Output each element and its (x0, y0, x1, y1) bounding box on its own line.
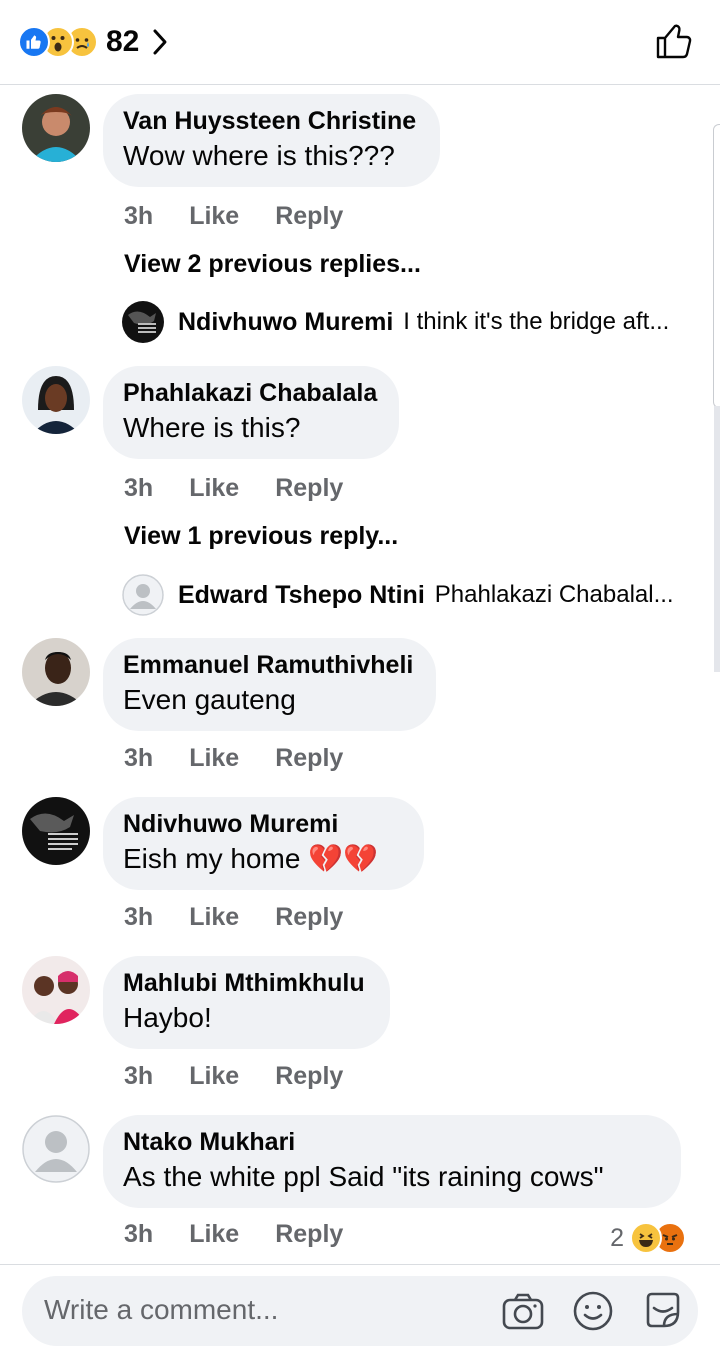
avatar[interactable] (22, 956, 90, 1024)
like-button[interactable]: Like (189, 474, 239, 503)
reply-button[interactable]: Reply (275, 1220, 343, 1249)
reply-button[interactable]: Reply (275, 1062, 343, 1091)
scrollbar-track (714, 406, 720, 672)
reaction-summary[interactable]: 82 (18, 25, 173, 58)
comment-reaction-count: 2 (610, 1223, 624, 1252)
reply-author: Edward Tshepo Ntini (178, 580, 425, 609)
comment-time[interactable]: 3h (124, 744, 153, 773)
broken-heart-emoji: 💔💔 (308, 843, 378, 874)
comment-author[interactable]: Emmanuel Ramuthivheli (123, 650, 416, 680)
view-previous-replies[interactable]: View 2 previous replies... (124, 250, 421, 279)
comment-author[interactable]: Phahlakazi Chabalala (123, 378, 379, 408)
emoji-icon[interactable] (570, 1288, 616, 1334)
comment-text-body: Eish my home (123, 843, 301, 874)
comment-time[interactable]: 3h (124, 903, 153, 932)
reply-button[interactable]: Reply (275, 744, 343, 773)
comment-bubble[interactable]: Van Huyssteen Christine Wow where is thi… (103, 94, 440, 187)
like-icon (18, 26, 50, 58)
comment-actions: 3h Like Reply (124, 903, 379, 932)
comment-bubble[interactable]: Emmanuel Ramuthivheli Even gauteng (103, 638, 436, 731)
comment-text: Even gauteng (123, 684, 296, 715)
like-button[interactable]: Like (189, 903, 239, 932)
comment-author[interactable]: Mahlubi Mthimkhulu (123, 968, 370, 998)
reaction-count: 82 (106, 25, 140, 58)
reply-button[interactable]: Reply (275, 202, 343, 231)
comment-time[interactable]: 3h (124, 474, 153, 503)
comment-composer-bar: Write a comment... (0, 1264, 720, 1356)
comment-actions: 3h Like Reply (124, 1062, 379, 1091)
comment-time[interactable]: 3h (124, 1220, 153, 1249)
comment-actions: 3h Like Reply (124, 202, 379, 231)
comment-actions: 3h Like Reply (124, 1220, 379, 1249)
comment-bubble[interactable]: Mahlubi Mthimkhulu Haybo! (103, 956, 390, 1049)
comment-time[interactable]: 3h (124, 1062, 153, 1091)
comment-author[interactable]: Van Huyssteen Christine (123, 106, 420, 136)
avatar[interactable] (22, 638, 90, 706)
like-button[interactable]: Like (189, 202, 239, 231)
comment-text: Wow where is this??? (123, 140, 395, 171)
chevron-right-icon[interactable] (151, 27, 173, 57)
avatar (122, 301, 164, 343)
comment-bubble[interactable]: Ndivhuwo Muremi Eish my home 💔💔 (103, 797, 424, 890)
haha-icon (630, 1222, 662, 1254)
reactions-header: 82 (0, 0, 720, 85)
comment-time[interactable]: 3h (124, 202, 153, 231)
comment-reactions[interactable]: 2 (610, 1222, 686, 1254)
comment-text: Eish my home 💔💔 (123, 841, 404, 877)
reply-text: I think it's the bridge aft... (403, 308, 670, 335)
reply-text: Phahlakazi Chabalal... (434, 581, 674, 608)
like-button[interactable]: Like (189, 744, 239, 773)
default-avatar-icon (122, 574, 164, 616)
avatar[interactable] (22, 366, 90, 434)
comment-actions: 3h Like Reply (124, 744, 379, 773)
avatar[interactable] (22, 94, 90, 162)
comment-bubble[interactable]: Phahlakazi Chabalala Where is this? (103, 366, 399, 459)
reply-preview[interactable]: Ndivhuwo Muremi I think it's the bridge … (122, 300, 669, 344)
camera-icon[interactable] (500, 1288, 546, 1334)
like-button[interactable]: Like (189, 1062, 239, 1091)
reply-author: Ndivhuwo Muremi (178, 307, 394, 336)
comment-author[interactable]: Ntako Mukhari (123, 1127, 661, 1157)
reply-button[interactable]: Reply (275, 474, 343, 503)
scrollbar[interactable] (713, 124, 720, 408)
comment-input[interactable]: Write a comment... (22, 1276, 698, 1346)
like-post-icon[interactable] (656, 22, 692, 60)
comment-author[interactable]: Ndivhuwo Muremi (123, 809, 404, 839)
avatar[interactable] (22, 797, 90, 865)
comment-text: As the white ppl Said "its raining cows" (123, 1161, 604, 1192)
comment-text: Haybo! (123, 1002, 212, 1033)
reply-button[interactable]: Reply (275, 903, 343, 932)
like-button[interactable]: Like (189, 1220, 239, 1249)
default-avatar-icon[interactable] (22, 1115, 90, 1183)
comment-input-placeholder[interactable]: Write a comment... (44, 1294, 278, 1326)
view-previous-replies[interactable]: View 1 previous reply... (124, 522, 398, 551)
sticker-icon[interactable] (640, 1288, 686, 1334)
reply-preview[interactable]: Edward Tshepo Ntini Phahlakazi Chabalal.… (122, 573, 674, 617)
comment-bubble[interactable]: Ntako Mukhari As the white ppl Said "its… (103, 1115, 681, 1208)
comment-actions: 3h Like Reply (124, 474, 379, 503)
comment-text: Where is this? (123, 412, 301, 443)
